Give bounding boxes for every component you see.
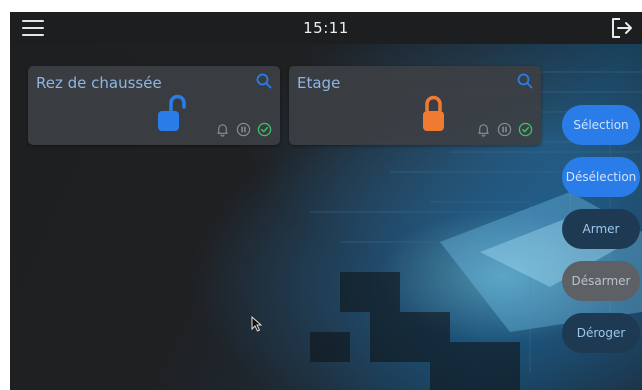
selection-button[interactable]: Sélection bbox=[562, 105, 640, 145]
search-icon[interactable] bbox=[256, 73, 272, 89]
bell-icon bbox=[217, 124, 228, 137]
pause-icon bbox=[236, 122, 251, 137]
top-notch bbox=[262, 0, 372, 1]
zone-status-icons bbox=[476, 122, 533, 137]
zone-title: Rez de chaussée bbox=[36, 74, 162, 92]
check-circle-icon bbox=[257, 122, 272, 137]
deselection-button[interactable]: Désélection bbox=[562, 157, 640, 197]
zone-status-icons bbox=[215, 122, 272, 137]
zone-card-rez-de-chaussee[interactable]: Rez de chaussée bbox=[28, 66, 280, 145]
search-icon[interactable] bbox=[517, 73, 533, 89]
app-screen: 15:11 Rez de chaussée Etage Sélection Dé… bbox=[10, 12, 642, 390]
pause-icon bbox=[497, 122, 512, 137]
locked-padlock-icon bbox=[423, 95, 444, 131]
armer-button[interactable]: Armer bbox=[562, 209, 640, 249]
logout-icon[interactable] bbox=[610, 17, 634, 39]
bell-icon bbox=[478, 124, 489, 137]
zone-title: Etage bbox=[297, 74, 341, 92]
unlocked-padlock-icon bbox=[158, 94, 186, 131]
clock: 15:11 bbox=[303, 19, 349, 37]
mouse-pointer-icon bbox=[251, 316, 263, 332]
desarmer-button[interactable]: Désarmer bbox=[562, 261, 640, 301]
deroger-button[interactable]: Déroger bbox=[562, 313, 640, 353]
zone-card-etage[interactable]: Etage bbox=[289, 66, 541, 145]
top-bar: 15:11 bbox=[10, 12, 642, 44]
check-circle-icon bbox=[518, 122, 533, 137]
